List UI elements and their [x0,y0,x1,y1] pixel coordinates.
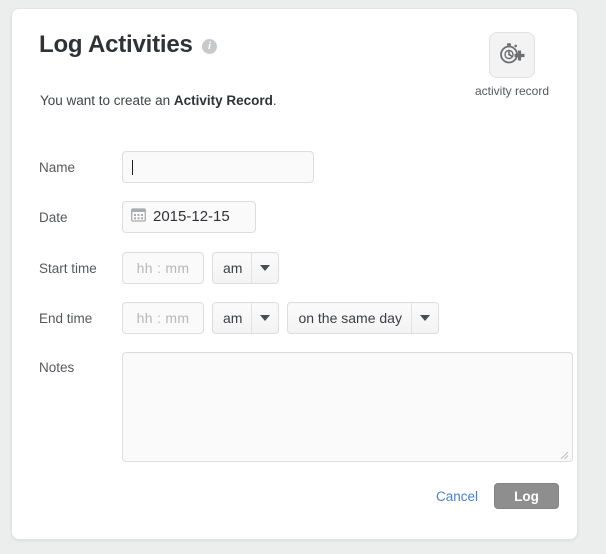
end-time-meridiem-select[interactable]: am [212,302,280,334]
end-time-placeholder: hh : mm [136,310,190,326]
page-title: Log Activities [39,31,193,58]
end-time-day-offset-select[interactable]: on the same day [287,302,439,334]
start-time-label: Start time [39,260,97,276]
date-value: 2015-12-15 [153,208,230,225]
start-time-meridiem-value: am [223,260,243,276]
subtitle-strong: Activity Record [173,93,273,108]
form-row-name: Name [39,151,314,183]
form-row-date: Date 2015-12-15 [39,201,256,233]
dialog-footer: Cancel Log [436,483,559,509]
notes-label: Notes [39,360,75,375]
start-time-meridiem-select[interactable]: am [212,252,280,284]
date-input[interactable]: 2015-12-15 [122,201,256,233]
info-icon[interactable]: i [202,39,217,54]
dialog-subtitle: You want to create an Activity Record. [40,93,277,108]
form-row-end-time: End time hh : mm am on the same day [39,302,439,334]
activity-record-badge[interactable]: activity record [465,32,559,98]
log-button[interactable]: Log [494,483,559,509]
form-row-notes: Notes [39,352,573,462]
date-label: Date [39,209,68,225]
start-time-input[interactable]: hh : mm [122,252,204,284]
calendar-icon [131,202,146,232]
subtitle-prefix: You want to create an [40,93,174,108]
resize-handle-icon[interactable] [558,447,569,460]
chevron-down-icon [251,253,278,283]
stopwatch-plus-icon [498,40,526,71]
end-time-label: End time [39,310,93,326]
cancel-button[interactable]: Cancel [436,489,478,504]
notes-textarea[interactable] [122,352,573,462]
chevron-down-icon [410,303,438,333]
name-input[interactable] [122,151,314,183]
text-caret [132,159,133,175]
name-label: Name [39,159,76,175]
subtitle-suffix: . [272,93,277,108]
end-time-meridiem-value: am [223,310,243,326]
activity-record-label: activity record [474,84,550,98]
end-time-day-offset-value: on the same day [298,310,402,326]
form-row-start-time: Start time hh : mm am [39,252,280,284]
start-time-placeholder: hh : mm [136,260,190,276]
activity-record-icon-box [489,32,535,78]
end-time-input[interactable]: hh : mm [122,302,204,334]
chevron-down-icon [251,303,278,333]
log-activities-dialog: Log Activities i You want to create an A… [11,8,578,540]
